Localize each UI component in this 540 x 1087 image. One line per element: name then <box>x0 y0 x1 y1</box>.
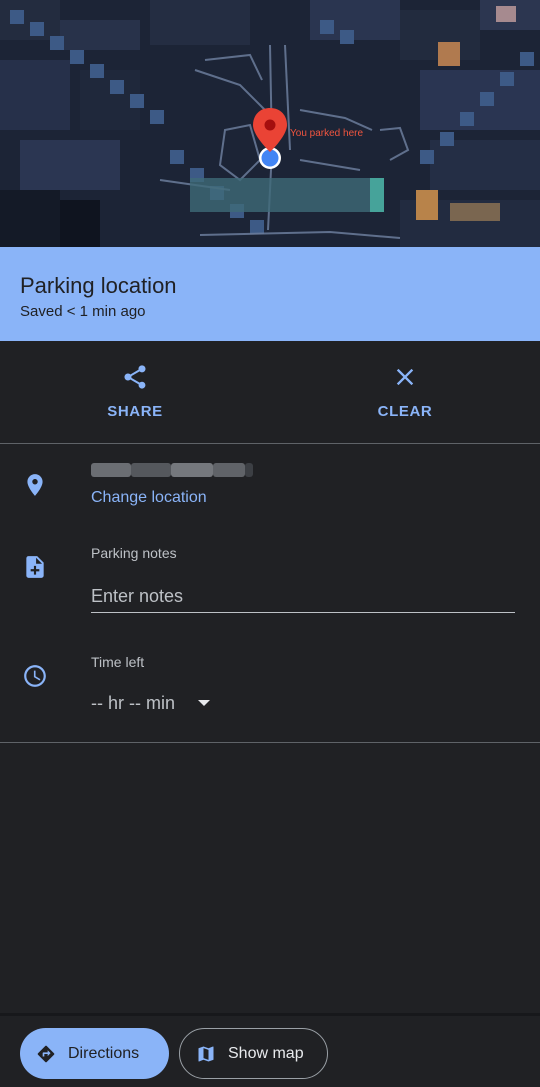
saved-time: Saved < 1 min ago <box>20 303 146 320</box>
note-add-icon <box>26 556 44 578</box>
directions-label: Directions <box>68 1044 140 1062</box>
clear-label: CLEAR <box>377 403 433 420</box>
dropdown-arrow-icon <box>198 700 210 706</box>
parked-marker-label: You parked here <box>290 128 364 139</box>
location-pin-icon <box>27 474 43 496</box>
directions-button[interactable]: Directions <box>20 1028 169 1079</box>
parking-header: Parking location Saved < 1 min ago <box>0 247 540 341</box>
share-button[interactable]: SHARE <box>0 341 270 443</box>
directions-icon <box>37 1045 55 1062</box>
bottom-action-bar: Directions Show map <box>0 1013 540 1087</box>
page-title: Parking location <box>20 273 177 298</box>
show-map-label: Show map <box>228 1044 304 1062</box>
parking-notes-label: Parking notes <box>91 545 177 561</box>
share-icon <box>124 365 146 389</box>
map-view[interactable]: You parked here <box>0 0 540 247</box>
section-divider <box>0 742 540 743</box>
address-redacted <box>91 459 253 483</box>
change-location-link[interactable]: Change location <box>91 489 207 507</box>
map-icon <box>198 1046 214 1061</box>
clear-button[interactable]: CLEAR <box>270 341 540 443</box>
close-icon <box>396 368 414 386</box>
time-left-value: -- hr -- min <box>91 692 175 713</box>
show-map-button[interactable]: Show map <box>179 1028 328 1079</box>
clock-icon <box>24 665 46 687</box>
map-background <box>0 0 540 247</box>
time-left-dropdown[interactable]: -- hr -- min <box>91 690 210 716</box>
parking-notes-input[interactable] <box>91 584 515 613</box>
time-left-label: Time left <box>91 654 145 670</box>
action-bar: SHARE CLEAR <box>0 341 540 444</box>
share-label: SHARE <box>107 403 163 420</box>
